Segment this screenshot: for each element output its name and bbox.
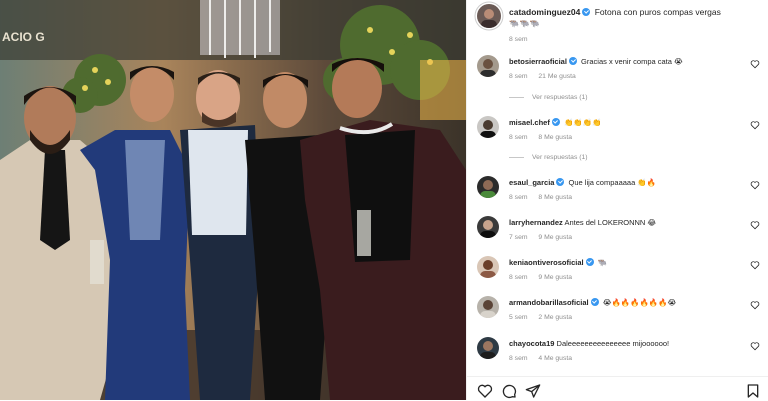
heart-icon[interactable] [750, 260, 760, 270]
comment-likes[interactable]: 8 Me gusta [538, 194, 572, 201]
avatar[interactable] [477, 4, 501, 28]
comment-time: 8 sem [509, 194, 528, 201]
post-timestamp: 8 sem [509, 36, 528, 43]
comment-text: Daleeeeeeeeeeeeeee mijoooooo! [556, 339, 670, 348]
caption-emoji-text: 🐃🐃🐃 [509, 19, 541, 28]
comment-username[interactable]: armandobarillasoficial [509, 298, 589, 307]
avatar[interactable] [477, 296, 499, 318]
comment-likes[interactable]: 8 Me gusta [538, 134, 572, 141]
comment-emoji: 👏🔥 [637, 178, 657, 187]
comment-text: Que lija compaaaaa [568, 178, 636, 187]
avatar[interactable] [477, 256, 499, 278]
post-photo[interactable]: ACIO G [0, 0, 466, 400]
caption-line: catadominguez04 Fotona con puros compas … [509, 7, 721, 17]
reply-line [509, 156, 524, 158]
comment-item: betosierraoficial Gracias x venir compa … [477, 55, 762, 85]
avatar[interactable] [477, 337, 499, 359]
comment-likes[interactable]: 9 Me gusta [538, 234, 572, 241]
comment-likes[interactable]: 4 Me gusta [538, 355, 572, 362]
action-bar [467, 376, 768, 401]
comment-likes[interactable]: 9 Me gusta [538, 274, 572, 281]
heart-icon[interactable] [750, 59, 760, 69]
comment-meta: 7 sem 9 Me gusta [509, 234, 581, 241]
verified-icon [590, 298, 599, 306]
comment-emoji: 👏👏👏👏 [563, 118, 602, 127]
view-replies-link[interactable]: Ver respuestas (1) [509, 154, 588, 161]
comment-text-line: misael.chef 👏👏👏👏 [509, 118, 601, 127]
comment-time: 8 sem [509, 134, 528, 141]
heart-icon[interactable] [750, 220, 760, 230]
comment-text-line: chayocota19 Daleeeeeeeeeeeeeee mijoooooo… [509, 339, 669, 348]
heart-icon[interactable] [750, 341, 760, 351]
comment-item: larryhernandez Antes del LOKERONNN 😂 7 s… [477, 216, 762, 246]
comment-meta: 5 sem 2 Me gusta [509, 314, 581, 321]
comment-username[interactable]: misael.chef [509, 118, 550, 127]
comment-time: 5 sem [509, 314, 528, 321]
reply-line [509, 96, 524, 98]
comment-emoji: 😭🔥🔥🔥🔥🔥🔥😭 [602, 298, 677, 307]
comment-time: 8 sem [509, 355, 528, 362]
group-photo-illustration: ACIO G [0, 0, 466, 400]
comment-item: esaul_garcia Que lija compaaaaa 👏🔥 8 sem… [477, 176, 762, 206]
comment-emoji: 😂 [647, 218, 657, 227]
comment-username[interactable]: keniaontiverosoficial [509, 258, 584, 267]
comment-meta: 8 sem 8 Me gusta [509, 134, 581, 141]
chandelier [200, 0, 280, 58]
comment-item: chayocota19 Daleeeeeeeeeeeeeee mijoooooo… [477, 337, 762, 367]
comment-item: misael.chef 👏👏👏👏 8 sem 8 Me gusta [477, 116, 762, 146]
avatar[interactable] [477, 216, 499, 238]
comments-panel: catadominguez04 Fotona con puros compas … [466, 0, 768, 400]
comment-meta: 8 sem 21 Me gusta [509, 73, 585, 80]
comment-meta: 8 sem 4 Me gusta [509, 355, 581, 362]
glass [90, 240, 104, 284]
view-replies-label: Ver respuestas (1) [532, 94, 588, 101]
post-username[interactable]: catadominguez04 [509, 7, 580, 17]
heart-icon[interactable] [750, 180, 760, 190]
comment-text: Antes del LOKERONNN [564, 218, 646, 227]
verified-icon [582, 8, 591, 16]
comment-username[interactable]: betosierraoficial [509, 57, 567, 66]
comment-text: Gracias x venir compa cata [581, 57, 672, 66]
avatar[interactable] [477, 176, 499, 198]
comment-text-line: betosierraoficial Gracias x venir compa … [509, 57, 683, 66]
comment-meta: 8 sem 9 Me gusta [509, 274, 581, 281]
caption-text: Fotona con puros compas vergas [594, 7, 721, 17]
heart-icon[interactable] [750, 120, 760, 130]
heart-icon[interactable] [477, 383, 493, 399]
comment-icon[interactable] [501, 383, 517, 399]
heart-icon[interactable] [750, 300, 760, 310]
comment-likes[interactable]: 2 Me gusta [538, 314, 572, 321]
avatar[interactable] [477, 116, 499, 138]
comment-username[interactable]: larryhernandez [509, 218, 563, 227]
comment-likes[interactable]: 21 Me gusta [538, 73, 575, 80]
comment-username[interactable]: esaul_garcia [509, 178, 554, 187]
comment-username[interactable]: chayocota19 [509, 339, 554, 348]
view-replies-label: Ver respuestas (1) [532, 154, 588, 161]
verified-icon [551, 118, 560, 126]
comment-emoji: 😭 [674, 57, 683, 66]
bookmark-icon[interactable] [745, 383, 761, 399]
verified-icon [556, 178, 565, 186]
caption-emojis: 🐃🐃🐃 [509, 19, 540, 28]
share-icon[interactable] [525, 383, 541, 399]
comment-meta: 8 sem 8 Me gusta [509, 194, 581, 201]
comment-text-line: armandobarillasoficial 😭🔥🔥🔥🔥🔥🔥😭 [509, 298, 676, 307]
comment-item: armandobarillasoficial 😭🔥🔥🔥🔥🔥🔥😭 5 sem 2 … [477, 296, 762, 326]
verified-icon [585, 258, 594, 266]
comment-time: 7 sem [509, 234, 528, 241]
view-replies-link[interactable]: Ver respuestas (1) [509, 94, 588, 101]
avatar[interactable] [477, 55, 499, 77]
comment-time: 8 sem [509, 274, 528, 281]
comment-text-line: larryhernandez Antes del LOKERONNN 😂 [509, 218, 656, 227]
venue-sign: ACIO G [2, 30, 45, 44]
instagram-post-view: ACIO G catadominguez04 Fotona con puros … [0, 0, 768, 400]
verified-icon [568, 57, 577, 65]
comment-item: keniaontiverosoficial 🐃 8 sem 9 Me gusta [477, 256, 762, 286]
comment-time: 8 sem [509, 73, 528, 80]
comment-emoji: 🐃 [597, 258, 608, 267]
comment-text-line: keniaontiverosoficial 🐃 [509, 258, 607, 267]
comment-text-line: esaul_garcia Que lija compaaaaa 👏🔥 [509, 178, 656, 187]
